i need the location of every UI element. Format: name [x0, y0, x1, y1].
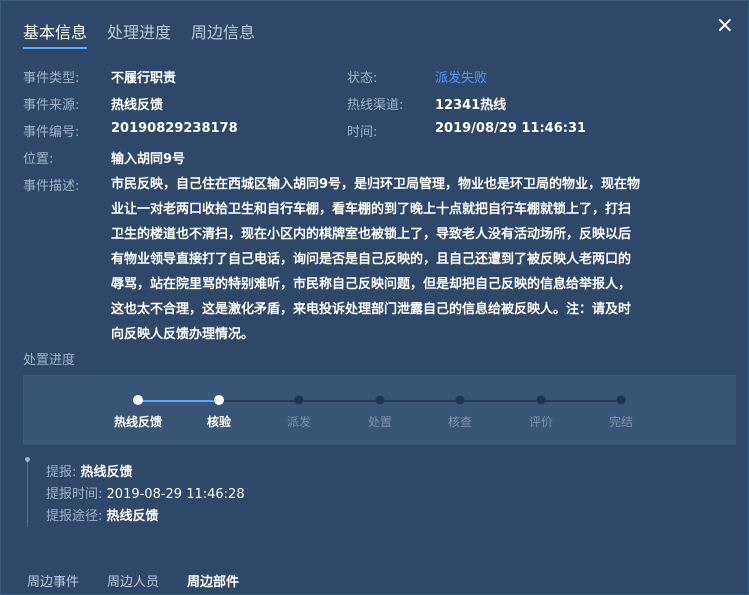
step-complete: 完结 — [591, 395, 651, 430]
progress-steps: 热线反馈 核验 派发 处置 核查 评价 完结 — [23, 375, 736, 445]
report-channel-value: 热线反馈 — [106, 509, 159, 524]
step-dot — [536, 395, 546, 405]
step-label: 评价 — [528, 415, 553, 429]
step-label: 完结 — [608, 415, 633, 429]
step-label: 核查 — [447, 415, 472, 429]
report-time-value: 2019-08-29 11:46:28 — [106, 487, 245, 502]
tab-basic-info[interactable]: 基本信息 — [23, 21, 88, 49]
event-type-value: 不履行职责 — [111, 71, 177, 86]
step-dot — [375, 395, 385, 405]
description-label: 事件描述: — [23, 179, 80, 194]
time-label: 时间: — [347, 125, 378, 140]
event-detail-panel: 基本信息 处理进度 周边信息 × 事件类型: 不履行职责 状态: 派发失败 事件… — [0, 0, 749, 595]
status-value: 派发失败 — [435, 71, 488, 86]
step-handle: 处置 — [350, 395, 410, 430]
location-value: 输入胡同9号 — [111, 152, 186, 167]
timeline-dot-icon — [25, 457, 30, 462]
tab-progress[interactable]: 处理进度 — [107, 21, 171, 49]
close-icon[interactable]: × — [716, 15, 734, 37]
event-no-label: 事件编号: — [23, 125, 80, 140]
report-label: 提报: — [46, 465, 77, 480]
report-time-label: 提报时间: — [46, 487, 103, 502]
tab-nearby-parts[interactable]: 周边部件 — [187, 571, 239, 590]
status-label: 状态: — [347, 71, 378, 86]
step-dot — [616, 395, 626, 405]
step-evaluate: 评价 — [511, 395, 571, 430]
step-dispatch: 派发 — [269, 395, 329, 430]
report-timeline: 提报: 热线反馈 提报时间: 2019-08-29 11:46:28 提报途径:… — [25, 457, 245, 527]
step-dot — [294, 395, 304, 405]
channel-label: 热线渠道: — [347, 98, 404, 113]
event-no-value: 20190829238178 — [111, 121, 238, 136]
tab-surroundings[interactable]: 周边信息 — [191, 21, 255, 49]
step-label: 处置 — [367, 415, 392, 429]
report-value: 热线反馈 — [80, 465, 133, 480]
description-text: 市民反映，自己住在西城区输入胡同9号，是归环卫局管理，物业也是环卫局的物业，现在… — [111, 177, 641, 342]
step-check: 核查 — [430, 395, 490, 430]
tab-nearby-people[interactable]: 周边人员 — [107, 571, 159, 590]
step-label: 派发 — [286, 415, 311, 429]
tab-bar: 基本信息 处理进度 周边信息 — [23, 21, 255, 51]
tab-nearby-events[interactable]: 周边事件 — [27, 571, 79, 590]
report-channel-label: 提报途径: — [46, 509, 103, 524]
step-label: 核验 — [206, 415, 231, 429]
step-dot — [455, 395, 465, 405]
event-type-label: 事件类型: — [23, 71, 80, 86]
step-dot — [133, 395, 143, 405]
channel-value: 12341热线 — [435, 98, 507, 113]
surroundings-tab-bar: 周边事件 周边人员 周边部件 — [27, 571, 239, 590]
step-verify: 核验 — [189, 395, 249, 430]
progress-title: 处置进度 — [23, 353, 76, 368]
step-hotline-feedback: 热线反馈 — [108, 395, 168, 430]
time-value: 2019/08/29 11:46:31 — [435, 121, 587, 136]
source-label: 事件来源: — [23, 98, 80, 113]
location-label: 位置: — [23, 152, 54, 167]
source-value: 热线反馈 — [111, 98, 164, 113]
step-label: 热线反馈 — [113, 415, 162, 429]
step-dot — [214, 395, 224, 405]
